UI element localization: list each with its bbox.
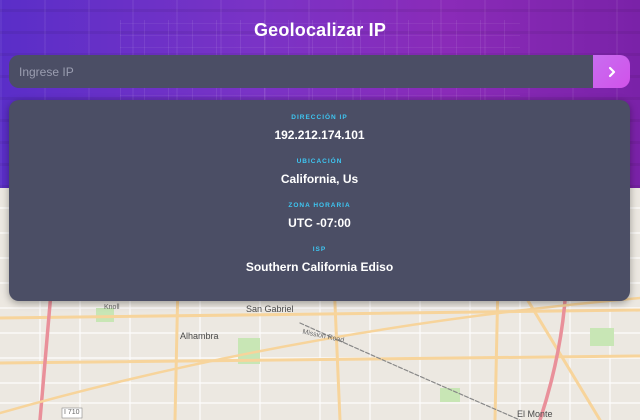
location-field: UBICACIÓN California, Us bbox=[9, 158, 630, 186]
chevron-right-icon bbox=[608, 66, 615, 77]
location-label: UBICACIÓN bbox=[296, 158, 343, 165]
isp-field: ISP Southern California Ediso bbox=[9, 246, 630, 274]
ip-address-label: DIRECCIÓN IP bbox=[291, 114, 348, 121]
map-label-el-monte: El Monte bbox=[517, 409, 553, 419]
ip-search-input[interactable] bbox=[9, 55, 593, 88]
isp-value: Southern California Ediso bbox=[245, 260, 394, 274]
map-label-alhambra: Alhambra bbox=[180, 331, 219, 341]
map-label-knoll: Knoll bbox=[104, 304, 120, 311]
ip-address-field: DIRECCIÓN IP 192.212.174.101 bbox=[9, 114, 630, 142]
isp-label: ISP bbox=[312, 246, 327, 253]
page-title: Geolocalizar IP bbox=[253, 20, 387, 40]
search-submit-button[interactable] bbox=[593, 55, 630, 88]
location-value: California, Us bbox=[280, 172, 359, 186]
timezone-field: ZONA HORARIA UTC -07:00 bbox=[9, 202, 630, 230]
timezone-label: ZONA HORARIA bbox=[288, 202, 351, 209]
timezone-value: UTC -07:00 bbox=[288, 216, 351, 230]
map-label-highway: I 710 bbox=[64, 409, 80, 416]
map-label-san-gabriel: San Gabriel bbox=[246, 304, 294, 314]
ip-search-bar bbox=[9, 55, 630, 88]
ip-address-value: 192.212.174.101 bbox=[274, 128, 365, 142]
ip-info-card: DIRECCIÓN IP 192.212.174.101 UBICACIÓN C… bbox=[9, 100, 630, 301]
